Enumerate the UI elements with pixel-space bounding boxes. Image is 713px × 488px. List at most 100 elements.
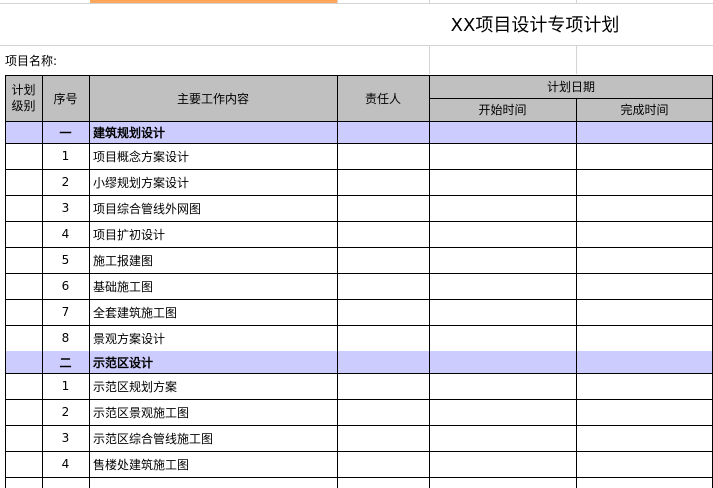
end-time-cell[interactable] <box>576 373 713 399</box>
plan-level-cell[interactable] <box>5 373 42 399</box>
owner-cell[interactable] <box>337 273 429 299</box>
start-time-cell[interactable] <box>429 195 576 221</box>
seq-cell[interactable]: 3 <box>42 195 89 221</box>
end-time-cell[interactable] <box>576 451 713 477</box>
plan-level-cell[interactable] <box>5 195 42 221</box>
owner-cell[interactable] <box>337 351 429 373</box>
start-time-cell[interactable] <box>429 325 576 351</box>
plan-level-cell[interactable] <box>5 325 42 351</box>
end-time-cell[interactable] <box>576 143 713 169</box>
start-time-cell[interactable] <box>429 351 576 373</box>
start-time-cell[interactable] <box>429 425 576 451</box>
col-border <box>89 75 90 488</box>
end-time-cell[interactable] <box>576 299 713 325</box>
owner-cell[interactable] <box>337 451 429 477</box>
work-content-cell[interactable]: 示范区景观施工图 <box>89 399 337 425</box>
plan-level-cell[interactable] <box>5 273 42 299</box>
top-gridline-v <box>337 0 338 4</box>
plan-level-cell[interactable] <box>5 425 42 451</box>
owner-cell[interactable] <box>337 121 429 143</box>
end-time-cell[interactable] <box>576 351 713 373</box>
work-content-cell[interactable]: 项目扩初设计 <box>89 221 337 247</box>
end-time-cell[interactable] <box>576 121 713 143</box>
plan-level-cell[interactable] <box>5 299 42 325</box>
plan-level-cell[interactable] <box>5 451 42 477</box>
start-time-cell[interactable] <box>429 221 576 247</box>
plan-level-cell[interactable] <box>5 169 42 195</box>
plan-level-cell[interactable] <box>5 399 42 425</box>
seq-cell[interactable]: 5 <box>42 247 89 273</box>
start-time-cell[interactable] <box>429 399 576 425</box>
seq-cell[interactable]: 4 <box>42 221 89 247</box>
header-start-time: 开始时间 <box>478 103 527 117</box>
start-time-cell[interactable] <box>429 299 576 325</box>
start-time-cell[interactable] <box>429 121 576 143</box>
seq-cell[interactable]: 8 <box>42 325 89 351</box>
header-end-time: 完成时间 <box>620 103 669 117</box>
col-border <box>337 75 338 488</box>
plan-level-cell[interactable] <box>5 247 42 273</box>
seq-cell[interactable]: 3 <box>42 425 89 451</box>
end-time-cell[interactable] <box>576 399 713 425</box>
col-border <box>576 98 577 488</box>
work-content-cell[interactable]: 示范区设计 <box>89 351 337 373</box>
seq-cell[interactable]: 1 <box>42 373 89 399</box>
seq-cell[interactable]: 4 <box>42 451 89 477</box>
plan-level-cell[interactable] <box>5 221 42 247</box>
plan-level-cell[interactable] <box>5 351 42 373</box>
owner-cell[interactable] <box>337 221 429 247</box>
work-content-cell[interactable]: 项目综合管线外网图 <box>89 195 337 221</box>
work-content-cell[interactable]: 小缪规划方案设计 <box>89 169 337 195</box>
seq-cell[interactable]: 二 <box>42 351 89 373</box>
work-content-cell[interactable]: 示范区综合管线施工图 <box>89 425 337 451</box>
owner-cell[interactable] <box>337 425 429 451</box>
start-time-cell[interactable] <box>429 143 576 169</box>
start-time-cell[interactable] <box>429 373 576 399</box>
col-border <box>429 75 430 488</box>
owner-cell[interactable] <box>337 325 429 351</box>
owner-cell[interactable] <box>337 195 429 221</box>
work-content-cell[interactable]: 基础施工图 <box>89 273 337 299</box>
end-time-cell[interactable] <box>576 325 713 351</box>
plan-level-cell[interactable] <box>5 121 42 143</box>
work-content-cell[interactable]: 施工报建图 <box>89 247 337 273</box>
start-time-cell[interactable] <box>429 451 576 477</box>
owner-cell[interactable] <box>337 143 429 169</box>
title-bottom-gridline <box>0 45 713 46</box>
end-time-cell[interactable] <box>576 425 713 451</box>
owner-cell[interactable] <box>337 247 429 273</box>
seq-cell[interactable]: 一 <box>42 121 89 143</box>
end-time-cell[interactable] <box>576 169 713 195</box>
seq-cell[interactable]: 2 <box>42 169 89 195</box>
end-time-cell[interactable] <box>576 195 713 221</box>
start-time-cell[interactable] <box>429 247 576 273</box>
project-row-gridline <box>576 46 577 74</box>
header-bottom-border <box>5 121 713 122</box>
plan-level-cell[interactable] <box>5 143 42 169</box>
seq-cell[interactable]: 2 <box>42 399 89 425</box>
project-name-label: 项目名称: <box>5 53 58 68</box>
col-border <box>5 75 6 488</box>
start-time-cell[interactable] <box>429 273 576 299</box>
end-time-cell[interactable] <box>576 221 713 247</box>
work-content-cell[interactable]: 示范区规划方案 <box>89 373 337 399</box>
work-content-cell[interactable]: 全套建筑施工图 <box>89 299 337 325</box>
work-content-cell[interactable]: 建筑规划设计 <box>89 121 337 143</box>
end-time-cell[interactable] <box>576 273 713 299</box>
owner-cell[interactable] <box>337 299 429 325</box>
header-plan-date: 计划日期 <box>546 80 595 94</box>
col-border <box>42 75 43 488</box>
owner-cell[interactable] <box>337 169 429 195</box>
seq-cell[interactable]: 6 <box>42 273 89 299</box>
seq-cell[interactable]: 1 <box>42 143 89 169</box>
work-content-cell[interactable]: 售楼处建筑施工图 <box>89 451 337 477</box>
row-border <box>5 477 713 478</box>
work-content-cell[interactable]: 景观方案设计 <box>89 325 337 351</box>
work-content-cell[interactable]: 项目概念方案设计 <box>89 143 337 169</box>
start-time-cell[interactable] <box>429 169 576 195</box>
owner-cell[interactable] <box>337 373 429 399</box>
owner-cell[interactable] <box>337 399 429 425</box>
top-gridline-v <box>576 0 577 4</box>
seq-cell[interactable]: 7 <box>42 299 89 325</box>
end-time-cell[interactable] <box>576 247 713 273</box>
